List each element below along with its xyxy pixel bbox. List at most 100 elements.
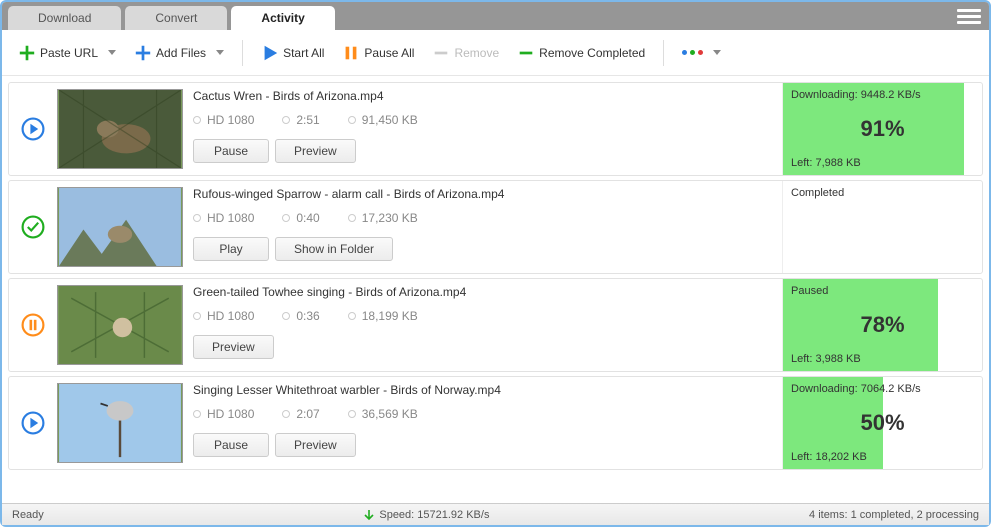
downloading-status-icon — [20, 116, 46, 142]
bullet-icon — [282, 214, 290, 222]
pause-all-label: Pause All — [364, 46, 414, 60]
play-icon — [261, 44, 279, 62]
bullet-icon — [282, 410, 290, 418]
duration-label: 0:40 — [282, 211, 319, 225]
hd-label: HD 1080 — [193, 211, 254, 225]
chevron-down-icon[interactable] — [713, 50, 721, 55]
side-content: Paused78%Left: 3,988 KB — [791, 285, 974, 365]
bullet-icon — [282, 312, 290, 320]
tab-convert[interactable]: Convert — [125, 6, 227, 30]
start-all-button[interactable]: Start All — [255, 40, 330, 66]
item-actions: Preview — [193, 335, 774, 359]
duration-label: 2:07 — [282, 407, 319, 421]
preview-button[interactable]: Preview — [275, 433, 356, 457]
status-column — [9, 377, 57, 469]
status-summary: 4 items: 1 completed, 2 processing — [809, 509, 979, 521]
pause-button[interactable]: Pause — [193, 139, 269, 163]
bullet-icon — [193, 214, 201, 222]
item-title: Green-tailed Towhee singing - Birds of A… — [193, 285, 774, 299]
duration-label: 0:36 — [282, 309, 319, 323]
status-ready: Ready — [12, 509, 44, 521]
play-button[interactable]: Play — [193, 237, 269, 261]
hd-label-text: HD 1080 — [207, 407, 254, 421]
bullet-icon — [348, 214, 356, 222]
paste-url-label: Paste URL — [40, 46, 98, 60]
paste-url-button[interactable]: Paste URL — [12, 40, 122, 66]
size-label-text: 36,569 KB — [362, 407, 418, 421]
remove-label: Remove — [454, 46, 499, 60]
list-item[interactable]: Cactus Wren - Birds of Arizona.mp4HD 108… — [8, 82, 983, 176]
size-label: 36,569 KB — [348, 407, 418, 421]
list-item[interactable]: Singing Lesser Whitethroat warbler - Bir… — [8, 376, 983, 470]
duration-label-text: 2:07 — [296, 407, 319, 421]
start-all-label: Start All — [283, 46, 324, 60]
size-label: 18,199 KB — [348, 309, 418, 323]
list-item[interactable]: Rufous-winged Sparrow - alarm call - Bir… — [8, 180, 983, 274]
size-label: 17,230 KB — [348, 211, 418, 225]
side-content: Downloading: 7064.2 KB/s50%Left: 18,202 … — [791, 383, 974, 463]
downloading-status-icon — [20, 410, 46, 436]
status-column — [9, 83, 57, 175]
item-title: Singing Lesser Whitethroat warbler - Bir… — [193, 383, 774, 397]
status-column — [9, 279, 57, 371]
download-arrow-icon — [363, 509, 375, 521]
hd-label-text: HD 1080 — [207, 309, 254, 323]
list-item[interactable]: Green-tailed Towhee singing - Birds of A… — [8, 278, 983, 372]
duration-label: 2:51 — [282, 113, 319, 127]
completed-status-icon — [20, 214, 46, 240]
pause-all-button[interactable]: Pause All — [336, 40, 420, 66]
pause-button[interactable]: Pause — [193, 433, 269, 457]
status-line: Completed — [791, 187, 974, 199]
plus-icon — [134, 44, 152, 62]
show-in-folder-button[interactable]: Show in Folder — [275, 237, 393, 261]
item-main: Rufous-winged Sparrow - alarm call - Bir… — [183, 181, 782, 273]
progress-percent: 78% — [791, 312, 974, 338]
item-actions: PausePreview — [193, 139, 774, 163]
thumbnail[interactable] — [57, 89, 183, 169]
hamburger-menu-icon[interactable] — [957, 4, 981, 28]
side-content: Downloading: 9448.2 KB/s91%Left: 7,988 K… — [791, 89, 974, 169]
side-content: Completed — [791, 187, 974, 267]
size-label-text: 91,450 KB — [362, 113, 418, 127]
toolbar-separator — [242, 40, 243, 66]
bullet-icon — [348, 312, 356, 320]
tab-download[interactable]: Download — [8, 6, 121, 30]
duration-label-text: 2:51 — [296, 113, 319, 127]
item-actions: PausePreview — [193, 433, 774, 457]
item-status-panel: Downloading: 7064.2 KB/s50%Left: 18,202 … — [782, 377, 982, 469]
chevron-down-icon[interactable] — [216, 50, 224, 55]
item-main: Singing Lesser Whitethroat warbler - Bir… — [183, 377, 782, 469]
bullet-icon — [348, 116, 356, 124]
preview-button[interactable]: Preview — [275, 139, 356, 163]
more-options-button[interactable] — [676, 46, 727, 59]
tab-bar: Download Convert Activity — [2, 2, 989, 30]
activity-list[interactable]: Cactus Wren - Birds of Arizona.mp4 HD 108… — [2, 76, 989, 503]
remove-completed-button[interactable]: Remove Completed — [511, 40, 651, 66]
bullet-icon — [193, 410, 201, 418]
size-label-text: 17,230 KB — [362, 211, 418, 225]
item-actions: PlayShow in Folder — [193, 237, 774, 261]
remove-button: Remove — [426, 40, 505, 66]
size-label-text: 18,199 KB — [362, 309, 418, 323]
hd-label-text: HD 1080 — [207, 211, 254, 225]
status-column — [9, 181, 57, 273]
plus-icon — [18, 44, 36, 62]
item-meta: HD 1080 0:40 17,230 KB — [193, 211, 774, 225]
item-main: Green-tailed Towhee singing - Birds of A… — [183, 279, 782, 371]
item-title: Cactus Wren - Birds of Arizona.mp4 — [193, 89, 774, 103]
bullet-icon — [193, 312, 201, 320]
item-meta: HD 1080 0:36 18,199 KB — [193, 309, 774, 323]
tab-activity[interactable]: Activity — [231, 6, 334, 30]
status-speed: Speed: 15721.92 KB/s — [363, 509, 489, 521]
item-status-panel: Paused78%Left: 3,988 KB — [782, 279, 982, 371]
add-files-button[interactable]: Add Files — [128, 40, 230, 66]
thumbnail[interactable] — [57, 187, 183, 267]
item-meta: HD 1080 2:07 36,569 KB — [193, 407, 774, 421]
thumbnail[interactable] — [57, 383, 183, 463]
chevron-down-icon[interactable] — [108, 50, 116, 55]
thumbnail[interactable] — [57, 285, 183, 365]
progress-percent: 91% — [791, 116, 974, 142]
preview-button[interactable]: Preview — [193, 335, 274, 359]
item-status-panel: Completed — [782, 181, 982, 273]
bullet-icon — [193, 116, 201, 124]
